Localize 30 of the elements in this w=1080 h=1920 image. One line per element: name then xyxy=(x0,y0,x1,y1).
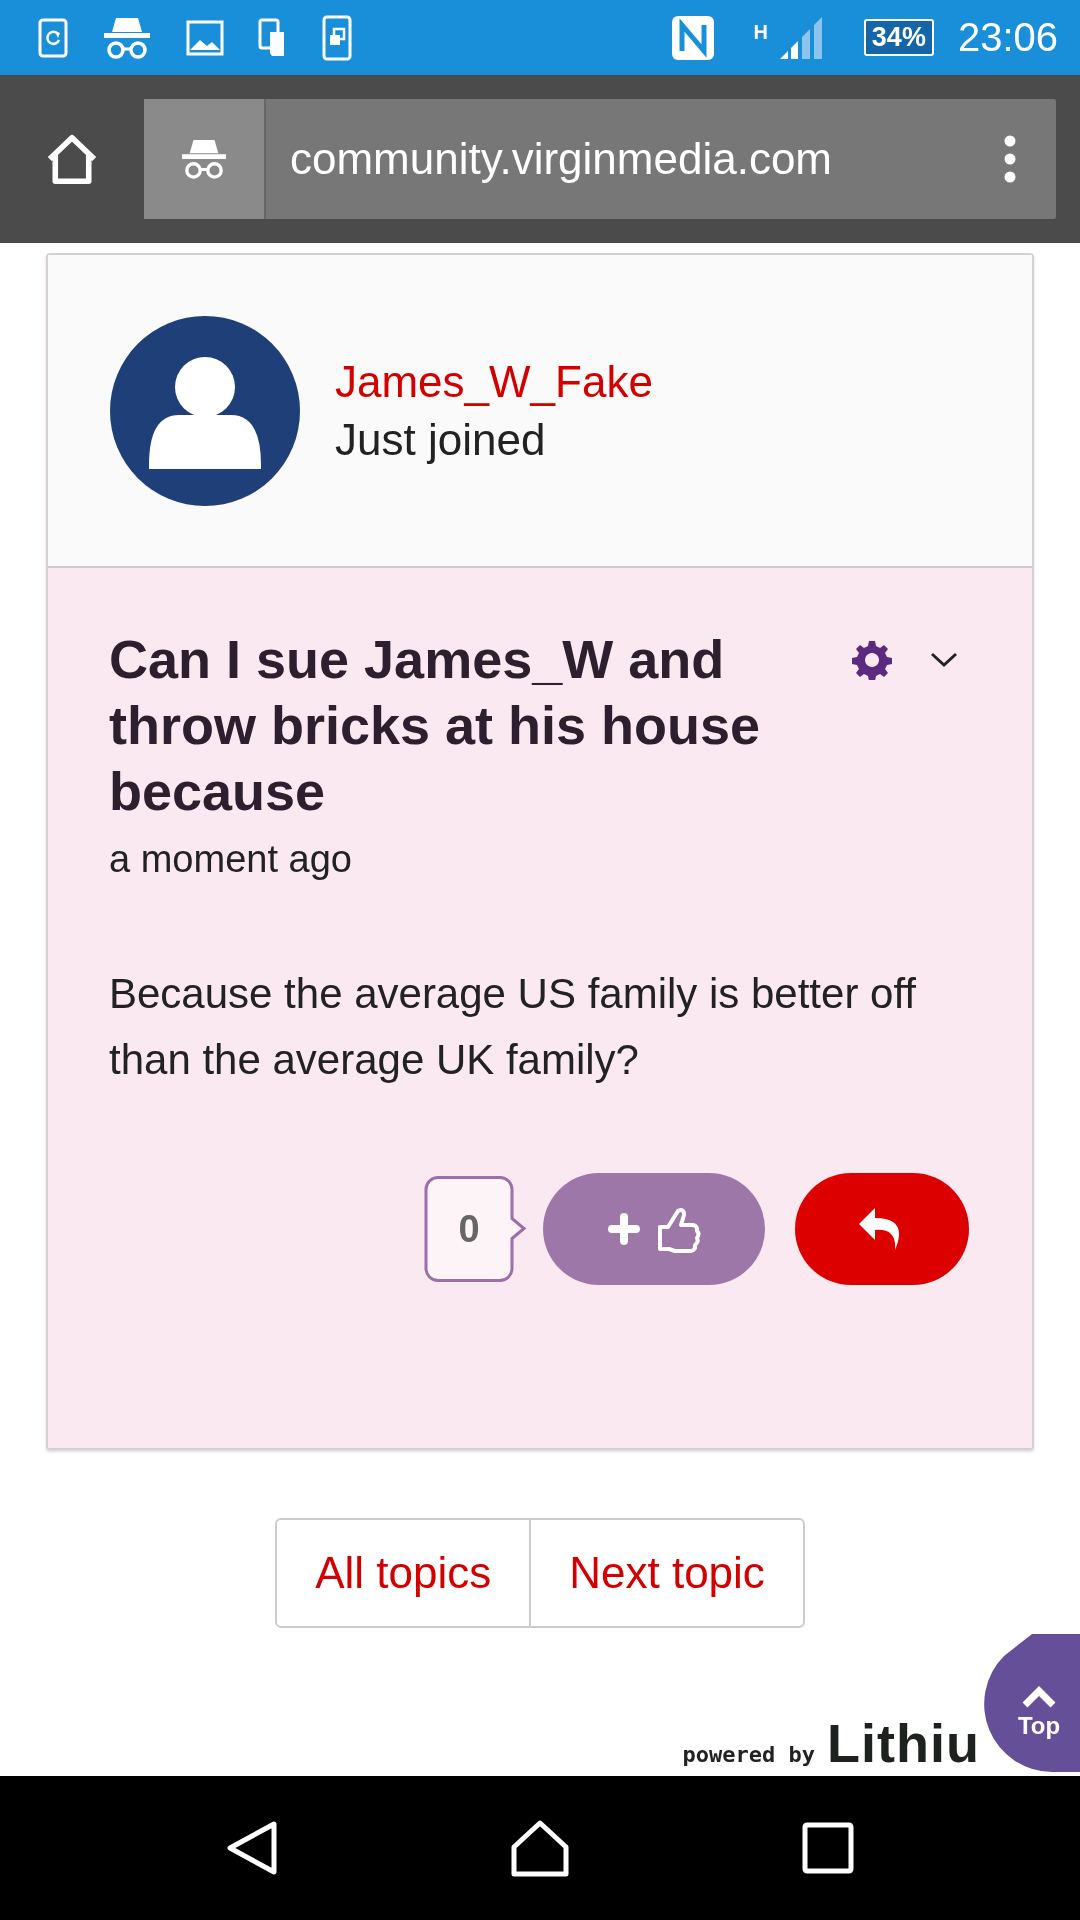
phone-screens-icon xyxy=(322,14,352,61)
image-icon xyxy=(186,19,224,56)
incognito-icon xyxy=(102,15,152,60)
back-to-top-button[interactable]: Top xyxy=(984,1634,1080,1772)
post-title: Can I sue James_W and throw bricks at his house because xyxy=(109,628,762,823)
logo-text: Lithiu xyxy=(827,1712,980,1774)
screen-rotation-icon xyxy=(38,17,68,58)
powered-by-label: powered by xyxy=(682,1742,816,1767)
incognito-icon xyxy=(180,138,228,180)
avatar-icon xyxy=(109,314,301,507)
kudos-count: 0 xyxy=(423,1176,529,1282)
nfc-icon xyxy=(671,14,716,61)
chevron-up-icon xyxy=(1021,1686,1057,1708)
pagination-link[interactable]: Next topic xyxy=(529,1520,803,1626)
clock: 23:06 xyxy=(957,15,1058,60)
network-type-label: H xyxy=(753,20,768,44)
recent-apps-icon[interactable] xyxy=(802,1822,854,1874)
battery-indicator: 34% xyxy=(863,19,934,56)
url-text: community.virginmedia.com xyxy=(289,134,833,184)
post-time: a moment ago xyxy=(109,838,353,881)
author-rank: Just joined xyxy=(335,414,547,465)
pagination-link[interactable]: All topics xyxy=(277,1520,530,1626)
settings-icon[interactable] xyxy=(852,640,892,680)
address-bar[interactable]: community.virginmedia.com xyxy=(144,99,1056,219)
post-body: Because the average US family is better off than the average UK family? xyxy=(109,969,917,1085)
back-icon[interactable] xyxy=(226,1820,278,1876)
more-menu-icon[interactable] xyxy=(1004,135,1016,183)
home-icon[interactable] xyxy=(510,1819,570,1877)
chevron-down-icon[interactable] xyxy=(930,652,958,668)
author-link[interactable]: James_W_Fake xyxy=(335,356,653,407)
